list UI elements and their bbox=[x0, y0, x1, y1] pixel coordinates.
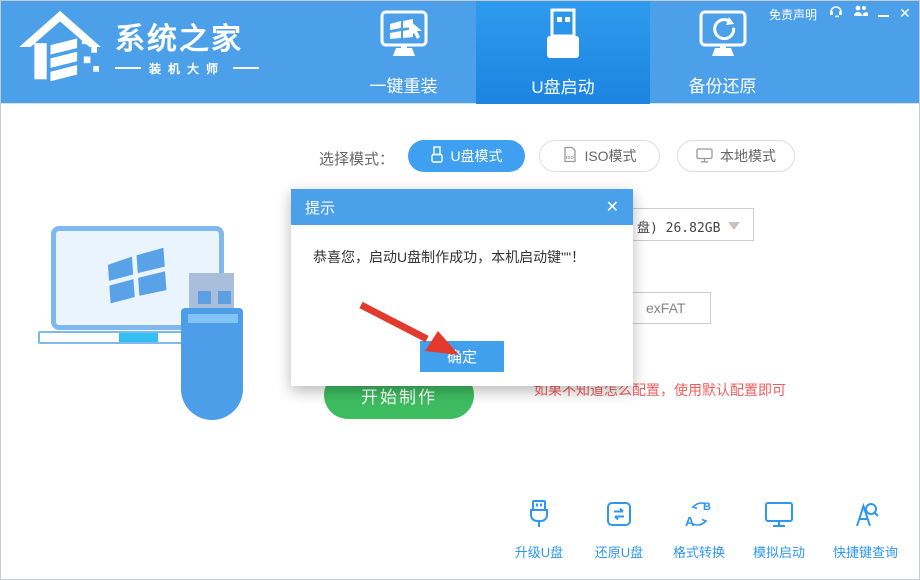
support-icon[interactable] bbox=[829, 4, 843, 23]
usb-pin-right bbox=[218, 291, 231, 304]
usb-flash-drive-body bbox=[181, 308, 243, 420]
tab-label: 备份还原 bbox=[689, 72, 757, 97]
format-convert-icon: A B bbox=[683, 499, 715, 534]
header: 系统之家 装机大师 bbox=[1, 1, 919, 104]
tool-label: 快捷键查询 bbox=[833, 542, 898, 561]
window-controls: ✕ bbox=[829, 4, 911, 22]
subtitle-line-left bbox=[115, 67, 141, 69]
tool-label: 还原U盘 bbox=[595, 542, 643, 561]
usb-plug-icon bbox=[523, 499, 555, 534]
device-select-value: 盘) 26.82GB bbox=[637, 217, 720, 236]
main-tabs: 一键重装 U盘启动 bbox=[331, 1, 795, 104]
usb-drive-icon bbox=[536, 7, 590, 66]
tool-label: 格式转换 bbox=[673, 542, 725, 561]
usb-pin-left bbox=[198, 291, 211, 304]
logo-subtitle: 装机大师 bbox=[115, 60, 259, 77]
close-button[interactable]: ✕ bbox=[899, 6, 911, 20]
monitor-windows-icon bbox=[377, 8, 431, 65]
dialog-close-button[interactable]: ✕ bbox=[606, 197, 619, 217]
logo-title: 系统之家 bbox=[115, 23, 259, 56]
disclaimer-link[interactable]: 免责声明 bbox=[769, 6, 817, 23]
dropdown-caret-icon bbox=[728, 222, 740, 230]
tool-simulate-boot[interactable]: 模拟启动 bbox=[753, 499, 805, 561]
tool-label: 升级U盘 bbox=[515, 542, 563, 561]
laptop-base-notch bbox=[119, 333, 158, 342]
monitor-restore-icon bbox=[696, 8, 750, 65]
mode-select-label: 选择模式： bbox=[319, 148, 394, 169]
format-value: exFAT bbox=[646, 300, 685, 316]
usb-mode-icon bbox=[430, 146, 443, 166]
restore-box-icon bbox=[603, 499, 635, 534]
svg-text:A: A bbox=[685, 514, 695, 529]
tool-upgrade-usb[interactable]: 升级U盘 bbox=[513, 499, 565, 561]
laptop-usb-illustration bbox=[36, 216, 256, 431]
subtitle-line-right bbox=[233, 67, 259, 69]
users-icon[interactable] bbox=[853, 4, 868, 22]
house-logo-icon bbox=[17, 9, 103, 90]
footer-toolbar: 升级U盘 还原U盘 A B 格式转换 bbox=[513, 499, 898, 561]
mode-iso-button[interactable]: ISO ISO模式 bbox=[539, 140, 660, 172]
dialog: 提示 ✕ 恭喜您，启动U盘制作成功，本机启动键""！ 确定 bbox=[291, 189, 633, 386]
dialog-ok-button[interactable]: 确定 bbox=[420, 341, 504, 372]
tool-hotkey-query[interactable]: 快捷键查询 bbox=[833, 499, 898, 561]
minimize-button[interactable] bbox=[878, 15, 889, 17]
monitor-small-icon bbox=[696, 147, 713, 166]
tool-restore-usb[interactable]: 还原U盘 bbox=[593, 499, 645, 561]
tab-usb-boot[interactable]: U盘启动 bbox=[476, 1, 650, 104]
monitor-icon bbox=[763, 499, 795, 534]
tool-label: 模拟启动 bbox=[753, 542, 805, 561]
usb-flash-drive-stripe bbox=[188, 314, 238, 323]
tab-label: 一键重装 bbox=[370, 72, 438, 97]
svg-text:ISO: ISO bbox=[566, 155, 574, 160]
tab-onekey-reinstall[interactable]: 一键重装 bbox=[331, 1, 476, 104]
app-logo: 系统之家 装机大师 bbox=[17, 9, 259, 90]
dialog-message: 恭喜您，启动U盘制作成功，本机启动键""！ bbox=[313, 247, 585, 267]
dialog-title: 提示 bbox=[305, 197, 335, 218]
laptop-base bbox=[38, 331, 186, 344]
mode-local-button[interactable]: 本地模式 bbox=[677, 140, 795, 172]
iso-file-icon: ISO bbox=[562, 146, 577, 166]
hotkey-search-icon bbox=[850, 499, 882, 534]
app-window: 系统之家 装机大师 bbox=[0, 0, 920, 580]
mode-usb-button[interactable]: U盘模式 bbox=[408, 140, 525, 172]
tool-format-convert[interactable]: A B 格式转换 bbox=[673, 499, 725, 561]
dialog-header: 提示 ✕ bbox=[291, 189, 633, 225]
windows-logo bbox=[105, 247, 171, 310]
tab-label: U盘启动 bbox=[531, 73, 594, 98]
